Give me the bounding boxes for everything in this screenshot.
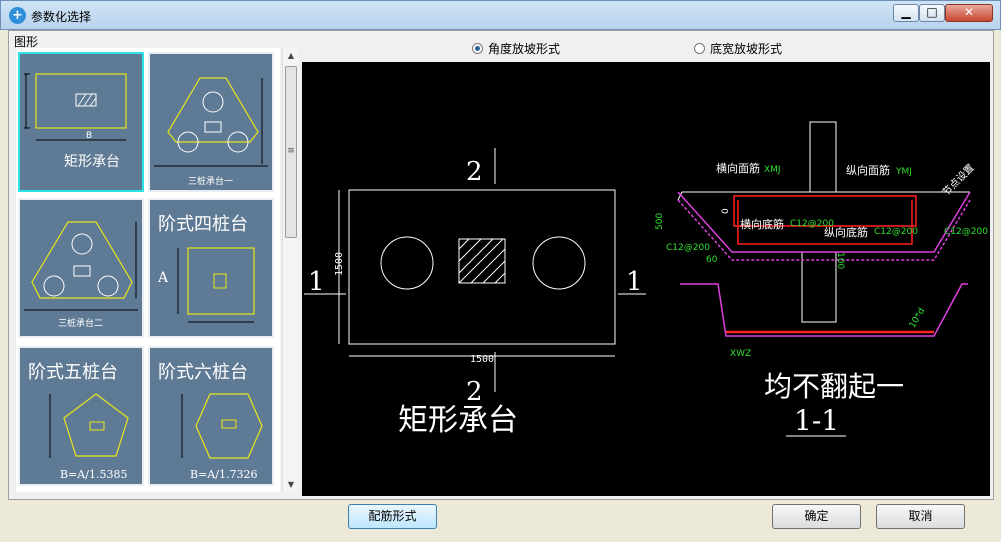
minimize-button[interactable]: ▁ [893,4,919,22]
thumb-three-pile-2-caption: 三桩承台二 [58,317,103,329]
label-bottom-transverse: 横向底筋 [740,217,784,231]
thumb-rect-cap[interactable]: B 矩形承台 [18,52,144,192]
scroll-grip-icon: ≡ [287,146,295,156]
label-anchor: 节点设置 [940,162,977,199]
radio-width-slope[interactable]: 底宽放坡形式 [694,40,782,57]
thumb-stepped-six-pile[interactable]: 阶式六桩台 B=A/1.7326 [148,346,274,486]
thumb-stepped-four-caption: 阶式四桩台 [158,214,248,235]
radio-angle-slope[interactable]: 角度放坡形式 [472,40,560,57]
label-top-longitudinal-code: YMJ [895,167,912,177]
thumb-stepped-four-sub: A [157,270,169,286]
drawing-preview: 2 2 1 1 1500 1500 矩形承台 横向面筋 XMJ 纵向面筋 YMJ… [302,62,990,496]
thumb-three-pile-cap-2[interactable]: 三桩承台二 [18,198,144,338]
label-xwz: XWZ [730,349,751,359]
label-tenxd: 10*d [908,306,927,330]
app-icon: + [9,7,26,24]
plan-section-mark-right: 1 [626,267,643,297]
thumb-rect-sub: B [86,131,92,141]
label-rebar-spec-2: C12@200 [874,227,918,237]
scroll-up-arrow[interactable]: ▲ [283,48,299,63]
label-top-longitudinal: 纵向面筋 [846,163,890,177]
rect-cap-thumb-drawing: B 矩形承台 [24,73,127,170]
radio-dot-selected-icon [472,43,483,54]
ok-button[interactable]: 确定 [772,504,861,529]
thumb-rect-caption: 矩形承台 [64,154,120,170]
radio-dot-icon [694,43,705,54]
close-button[interactable]: ✕ [945,4,993,22]
slope-form-options: 角度放坡形式 底宽放坡形式 [302,34,990,60]
thumb-three-pile-1-caption: 三桩承台一 [188,175,233,187]
plan-title: 矩形承台 [398,403,518,438]
scroll-down-arrow[interactable]: ▼ [283,477,299,492]
label-rebar-spec-4: C12@200 [944,227,988,237]
three-pile-2-thumb-drawing: 三桩承台二 [24,221,138,329]
rebar-form-button[interactable]: 配筋形式 [348,504,437,529]
preview-drawing: 2 2 1 1 1500 1500 矩形承台 横向面筋 XMJ 纵向面筋 YMJ… [304,121,988,438]
scroll-thumb[interactable]: ≡ [285,66,297,238]
title-bar: + 参数化选择 ▁ □ ✕ [0,0,1001,30]
thumb-stepped-five-pile[interactable]: 阶式五桩台 B=A/1.5385 [18,346,144,486]
thumb-stepped-six-sub: B=A/1.7326 [190,468,257,481]
stepped-five-thumb-drawing: 阶式五桩台 B=A/1.5385 [28,362,129,481]
section-title: 均不翻起一 [764,370,904,403]
radio-angle-slope-label: 角度放坡形式 [488,42,561,56]
three-pile-1-thumb-drawing: 三桩承台一 [154,77,268,187]
stepped-four-thumb-drawing: 阶式四桩台 A [157,214,255,323]
plan-height-dim: 1500 [334,252,345,276]
section-name: 1-1 [794,404,839,437]
stepped-six-thumb-drawing: 阶式六桩台 B=A/1.7326 [158,362,263,481]
thumb-stepped-five-sub: B=A/1.5385 [60,468,127,481]
label-zero: 0 [721,208,731,214]
label-rebar-spec-3: C12@200 [666,243,710,253]
thumb-three-pile-cap-1[interactable]: 三桩承台一 [148,52,274,192]
label-top-transverse: 横向面筋 [716,161,760,175]
thumb-stepped-six-caption: 阶式六桩台 [158,362,248,383]
shape-thumbnail-list[interactable]: B 矩形承台 三桩承台一 三桩承台二 阶式四桩台 A 阶式五桩台 B=A/1.5… [16,48,280,492]
label-depth: 500 [655,213,665,230]
window-title: 参数化选择 [31,10,92,24]
thumb-stepped-five-caption: 阶式五桩台 [28,362,118,383]
plan-width-dim: 1500 [470,354,494,365]
label-top-transverse-code: XMJ [764,165,781,175]
thumbnail-scrollbar[interactable]: ▲ ≡ ▼ [282,48,298,492]
label-angle: 60 [706,255,718,265]
cancel-button[interactable]: 取消 [876,504,965,529]
label-bottom-longitudinal: 纵向底筋 [824,225,868,239]
thumb-stepped-four-pile[interactable]: 阶式四桩台 A [148,198,274,338]
label-cover: 100 [835,252,845,269]
plan-section-mark-top: 2 [466,157,483,187]
radio-width-slope-label: 底宽放坡形式 [710,42,783,56]
maximize-button[interactable]: □ [919,4,945,22]
plan-section-mark-left: 1 [308,267,325,297]
